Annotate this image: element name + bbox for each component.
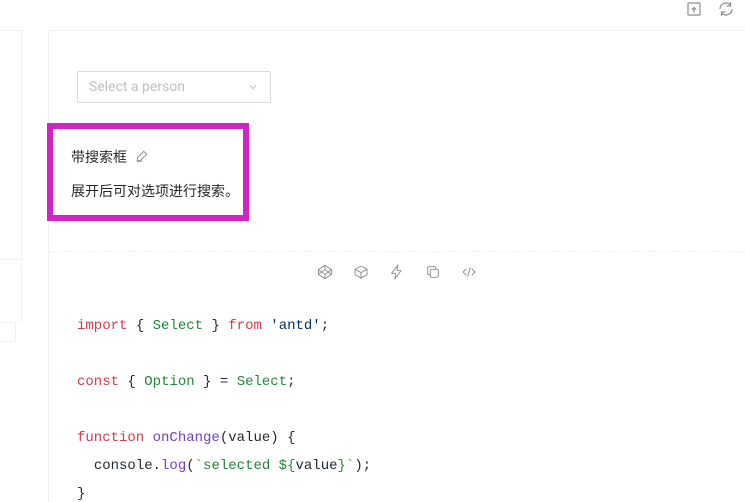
code-token: Select xyxy=(237,374,287,390)
adjacent-card-fragment-3 xyxy=(0,322,16,342)
adjacent-card-fragment-2 xyxy=(0,265,22,323)
code-token: log xyxy=(161,458,186,474)
example-demo-area: Select a person 带搜索框 展开后可对选项进行搜索。 xyxy=(49,31,745,251)
person-select[interactable]: Select a person xyxy=(77,71,271,103)
code-token: 'antd' xyxy=(270,318,320,334)
code-token: `selected xyxy=(195,458,279,474)
code-token: console xyxy=(94,458,153,474)
example-title: 带搜索框 xyxy=(71,147,127,167)
code-token: onChange xyxy=(153,430,220,446)
export-icon[interactable] xyxy=(685,0,703,22)
example-card: Select a person 带搜索框 展开后可对选项进行搜索。 xyxy=(48,30,745,502)
edit-icon[interactable] xyxy=(135,148,149,167)
code-token: function xyxy=(77,430,144,446)
chevron-down-icon xyxy=(247,81,259,93)
adjacent-card-fragment xyxy=(0,30,22,260)
select-placeholder: Select a person xyxy=(89,79,185,95)
code-toggle-icon[interactable] xyxy=(461,264,477,280)
code-token: from xyxy=(228,318,262,334)
codepen-icon[interactable] xyxy=(317,264,333,280)
code-fade-overlay xyxy=(49,496,745,502)
code-token: Option xyxy=(144,374,194,390)
code-token: value xyxy=(228,430,270,446)
stackblitz-icon[interactable] xyxy=(389,264,405,280)
code-token: Select xyxy=(153,318,203,334)
code-token: import xyxy=(77,318,127,334)
action-toolbar xyxy=(49,251,745,292)
copy-icon[interactable] xyxy=(425,264,441,280)
codesandbox-icon[interactable] xyxy=(353,264,369,280)
code-token: const xyxy=(77,374,119,390)
code-block: import { Select } from 'antd'; const { O… xyxy=(49,292,745,502)
description-highlight-box: 带搜索框 展开后可对选项进行搜索。 xyxy=(47,123,249,221)
code-token: value xyxy=(295,458,337,474)
example-description: 展开后可对选项进行搜索。 xyxy=(71,181,225,201)
refresh-icon[interactable] xyxy=(717,0,735,22)
